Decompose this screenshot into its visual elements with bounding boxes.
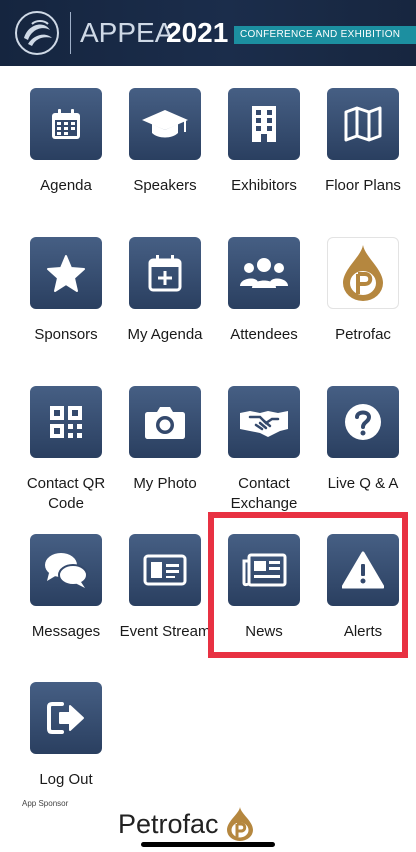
- tile-label: Live Q & A: [327, 475, 399, 492]
- tile-news[interactable]: News: [214, 534, 314, 642]
- star-icon: [30, 237, 102, 309]
- tile-floor-plans[interactable]: Floor Plans: [313, 88, 413, 196]
- warning-icon: [327, 534, 399, 606]
- calendar-icon: [30, 88, 102, 160]
- banner-title: APPEA: [80, 17, 174, 48]
- question-icon: [327, 386, 399, 458]
- header-banner: APPEA 2021 CONFERENCE AND EXHIBITION: [0, 0, 416, 66]
- tile-alerts[interactable]: Alerts: [313, 534, 413, 642]
- tile-label: Petrofac: [335, 326, 391, 343]
- tile-label: Alerts: [343, 623, 383, 640]
- users-icon: [228, 237, 300, 309]
- tile-sponsors[interactable]: Sponsors: [16, 237, 116, 345]
- sponsor-name: Petrofac: [118, 809, 219, 839]
- appea-logo-icon: [15, 11, 59, 55]
- banner-divider: [70, 12, 71, 54]
- handshake-icon: [228, 386, 300, 458]
- tile-my-photo[interactable]: My Photo: [115, 386, 215, 494]
- graduation-cap-icon: [129, 88, 201, 160]
- calendar-plus-icon: [129, 237, 201, 309]
- tile-label: Event Stream: [119, 623, 211, 640]
- map-icon: [327, 88, 399, 160]
- tile-label: My Photo: [133, 475, 197, 492]
- newspaper-icon: [228, 534, 300, 606]
- tile-messages[interactable]: Messages: [16, 534, 116, 642]
- tile-label: Agenda: [40, 177, 92, 194]
- id-card-icon: [129, 534, 201, 606]
- tile-agenda[interactable]: Agenda: [16, 88, 116, 196]
- app-sponsor-label: App Sponsor: [22, 799, 69, 808]
- banner-subtitle: CONFERENCE AND EXHIBITION: [234, 26, 416, 44]
- camera-icon: [129, 386, 201, 458]
- tile-label: Attendees: [230, 326, 298, 343]
- tile-contact-qr-code[interactable]: Contact QR Code: [16, 386, 116, 514]
- qr-code-icon: [30, 386, 102, 458]
- chat-bubbles-icon: [30, 534, 102, 606]
- tile-label: Messages: [31, 623, 101, 640]
- tile-label: Sponsors: [34, 326, 98, 343]
- tile-attendees[interactable]: Attendees: [214, 237, 314, 345]
- tile-speakers[interactable]: Speakers: [115, 88, 215, 196]
- petrofac-drop-icon: [226, 807, 253, 841]
- tile-my-agenda[interactable]: My Agenda: [115, 237, 215, 345]
- tile-petrofac[interactable]: Petrofac: [313, 237, 413, 345]
- home-indicator[interactable]: [141, 842, 275, 847]
- logout-icon: [30, 682, 102, 754]
- banner-year: 2021: [166, 17, 229, 48]
- tile-label: Speakers: [133, 177, 197, 194]
- sponsor-logo[interactable]: Petrofac: [118, 806, 255, 842]
- tile-label: Exhibitors: [231, 177, 297, 194]
- tile-live-qa[interactable]: Live Q & A: [313, 386, 413, 494]
- tile-label: Contact Exchange: [230, 475, 298, 512]
- building-icon: [228, 88, 300, 160]
- tile-log-out[interactable]: Log Out: [16, 682, 116, 790]
- tile-contact-exchange[interactable]: Contact Exchange: [214, 386, 314, 514]
- tile-event-stream[interactable]: Event Stream: [115, 534, 215, 642]
- tile-label: News: [245, 623, 283, 640]
- tile-label: Contact QR Code: [26, 475, 106, 512]
- tile-label: Log Out: [39, 771, 93, 788]
- tile-label: My Agenda: [127, 326, 203, 343]
- petrofac-logo-icon: [327, 237, 399, 309]
- tile-exhibitors[interactable]: Exhibitors: [214, 88, 314, 196]
- tile-label: Floor Plans: [325, 177, 401, 194]
